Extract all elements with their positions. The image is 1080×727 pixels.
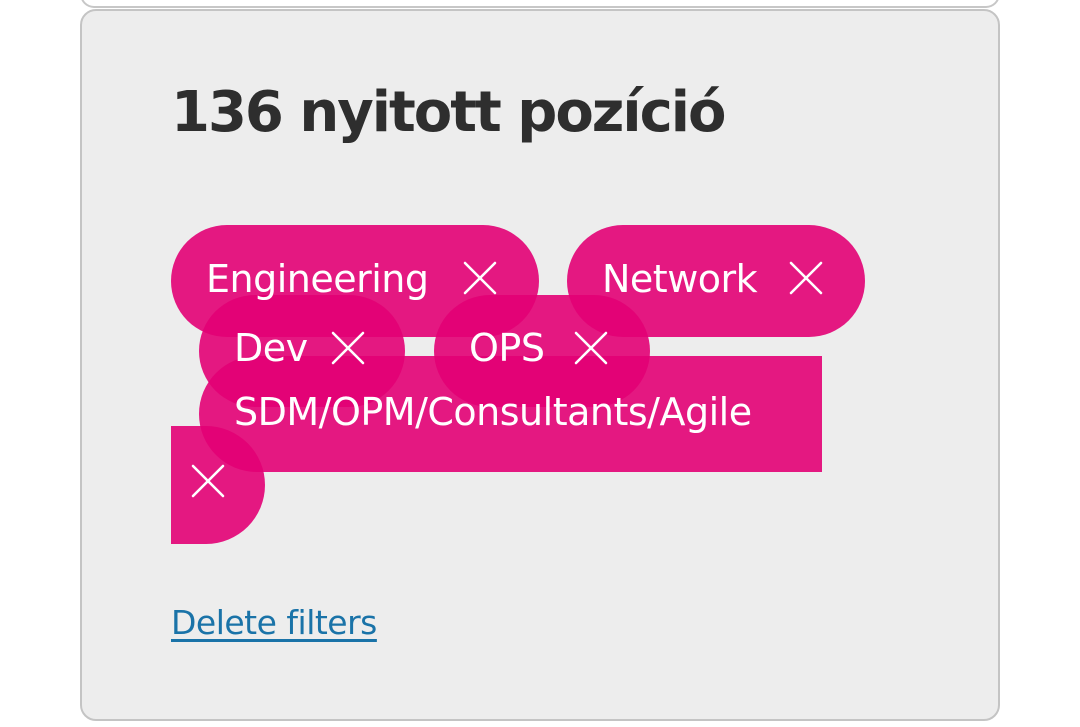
- close-icon[interactable]: [191, 464, 225, 498]
- chip-label-dev: Dev: [234, 326, 308, 370]
- previous-card-edge: [80, 0, 1000, 8]
- chip-label-network: Network: [602, 257, 758, 301]
- chip-label-engineering: Engineering: [206, 257, 429, 301]
- close-icon[interactable]: [789, 261, 823, 295]
- open-positions-heading: 136 nyitott pozíció: [171, 80, 726, 145]
- delete-filters-link[interactable]: Delete filters: [171, 602, 377, 644]
- close-icon[interactable]: [463, 261, 497, 295]
- close-icon[interactable]: [574, 331, 608, 365]
- close-icon[interactable]: [331, 331, 365, 365]
- chip-label-sdm: SDM/OPM/Consultants/Agile: [234, 390, 752, 434]
- chip-label-ops: OPS: [469, 326, 545, 370]
